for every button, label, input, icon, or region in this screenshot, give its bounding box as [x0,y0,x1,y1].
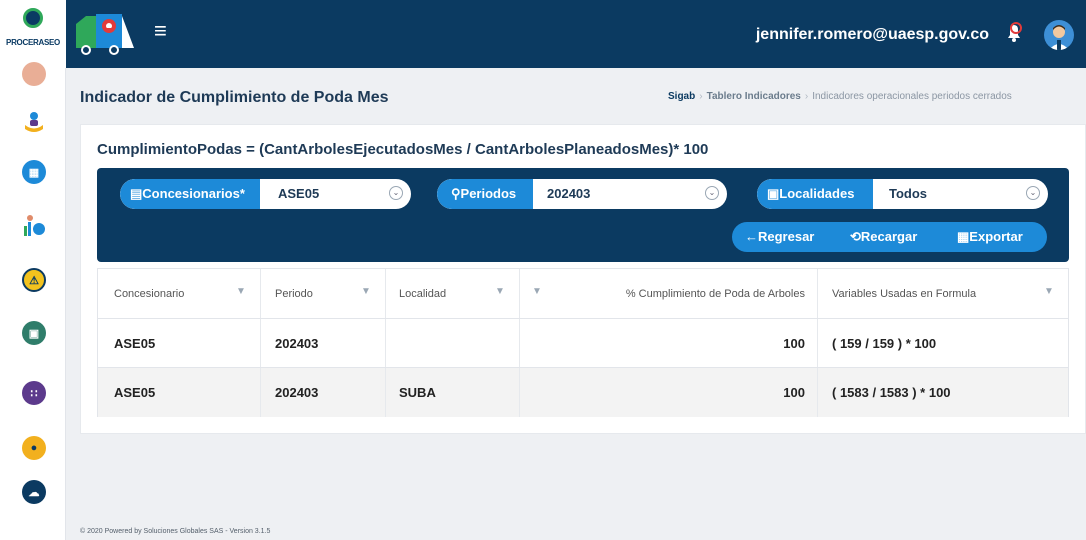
formula-heading: CumplimientoPodas = (CantArbolesEjecutad… [97,141,709,158]
periodos-select[interactable]: ⚲Periodos 202403 ⌄ [437,179,727,209]
column-header-cumplimiento[interactable]: ▼% Cumplimiento de Poda de Arboles [520,269,818,318]
sidebar-item-map-circle-icon[interactable]: ▣ [22,321,46,345]
breadcrumb: Sigab › Tablero Indicadores › Indicadores op… [668,91,1012,102]
breadcrumb-sigab[interactable]: Sigab [668,91,695,102]
column-header-periodo[interactable]: Periodo ▼ [261,269,386,318]
sidebar-item-chart-people-icon[interactable] [22,214,46,238]
chevron-down-icon: ⌄ [389,186,403,200]
filter-icon[interactable]: ▼ [1044,287,1056,297]
action-button-group: ←Regresar ⟲Recargar ▦Exportar [732,222,1047,252]
cell-variables: ( 159 / 159 ) * 100 [832,335,937,351]
table-header: Concesionario ▼ Periodo ▼ Localidad ▼ ▼% Cu… [98,269,1068,319]
cell-concesionario: ASE05 [98,319,261,367]
bus-icon: ▤ [130,186,143,201]
user-avatar-icon[interactable] [1044,20,1074,50]
top-navbar: ≡ jennifer.romero@uaesp.gov.co [66,0,1086,68]
breadcrumb-separator-icon: › [699,91,703,102]
sidebar-item-clipboard-warning-icon[interactable]: ⚠ [22,268,46,292]
sidebar-item-cloud-circle-icon[interactable]: ☁ [22,480,46,504]
sidebar-item-bell-circle-icon[interactable]: ● [22,436,46,460]
column-header-concesionario[interactable]: Concesionario ▼ [98,269,261,318]
sidebar-item-person-hand-icon[interactable] [22,110,46,134]
breadcrumb-tablero[interactable]: Tablero Indicadores [707,91,801,102]
sidebar-item-partial-icon[interactable] [22,62,46,86]
brand-logo-icon [23,8,43,28]
breadcrumb-current: Indicadores operacionales periodos cerra… [812,91,1012,102]
table-row[interactable]: ASE05 202403 SUBA 100 ( 1583 / 1583 ) * … [98,368,1068,417]
localidades-value: Todos [889,186,928,201]
cell-cumplimiento: 100 [520,319,818,367]
bell-icon[interactable] [1002,20,1026,44]
footer-credits: © 2020 Powered by Soluciones Globales SA… [80,528,271,535]
concesionarios-value: ASE05 [278,186,320,201]
results-table: Concesionario ▼ Periodo ▼ Localidad ▼ ▼% Cu… [97,268,1069,417]
recargar-button[interactable]: ⟲Recargar [850,222,917,252]
sidebar-item-grid-circle-icon[interactable]: ▦ [22,160,46,184]
filter-icon[interactable]: ▼ [236,287,248,297]
regresar-button[interactable]: ←Regresar [745,222,814,252]
concesionarios-select[interactable]: ▤Concesionarios* ASE05 ⌄ [120,179,411,209]
concesionarios-label: ▤Concesionarios* [120,179,260,209]
cell-variables: ( 1583 / 1583 ) * 100 [832,385,951,400]
periodos-value: 202403 [547,186,591,201]
map-square-icon: ▣ [767,186,780,201]
filter-icon[interactable]: ▼ [532,287,544,297]
truck-logo-icon [76,14,134,55]
history-icon: ⟲ [850,229,861,244]
brand-name: PROCERASEO [6,38,60,47]
brand-block[interactable]: PROCERASEO [0,0,66,68]
cell-periodo: 202403 [261,368,386,417]
cell-concesionario: ASE05 [98,368,261,417]
table-row[interactable]: ASE05 202403 100 ( 159 / 159 ) * 100 [98,319,1068,368]
cell-cumplimiento: 100 [520,368,818,417]
breadcrumb-separator-icon: › [804,91,809,102]
pin-icon: ⚲ [451,186,461,201]
cell-localidad [386,319,520,367]
file-export-icon: ▦ [957,229,970,244]
localidades-select[interactable]: ▣Localidades Todos ⌄ [757,179,1048,209]
filter-icon[interactable]: ▼ [361,287,373,297]
page-title: Indicador de Cumplimiento de Poda Mes [80,89,389,106]
cell-periodo: 202403 [261,319,386,367]
sidebar-item-apps-circle-icon[interactable]: ∷ [22,381,46,405]
chevron-down-icon: ⌄ [705,186,719,200]
cell-localidad: SUBA [386,368,520,417]
column-header-variables[interactable]: Variables Usadas en Formula ▼ [818,269,1068,318]
localidades-label: ▣Localidades [757,179,873,209]
user-email[interactable]: jennifer.romero@uaesp.gov.co [756,26,989,44]
exportar-button[interactable]: ▦Exportar [957,222,1023,252]
periodos-label: ⚲Periodos [437,179,533,209]
hamburger-icon[interactable]: ≡ [154,20,167,42]
sidebar: PROCERASEO ▦ ⚠ ▣ ∷ ● ☁ [0,0,66,540]
chevron-down-icon: ⌄ [1026,186,1040,200]
column-header-localidad[interactable]: Localidad ▼ [386,269,520,318]
filter-icon[interactable]: ▼ [495,287,507,297]
